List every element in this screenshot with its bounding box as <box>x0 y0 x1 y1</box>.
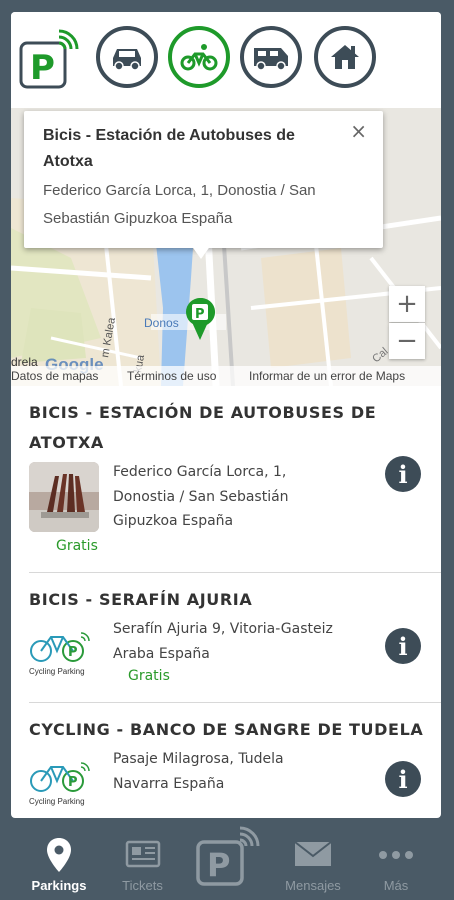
main-card: P P Donos m Kalea kua Cal drela Google B… <box>11 12 441 818</box>
item-title: BICIS - ESTACIÓN DE AUTOBUSES DE <box>29 403 377 422</box>
tab-tickets[interactable]: Tickets <box>105 818 180 900</box>
popup-tail <box>191 245 211 259</box>
bicycle-icon <box>180 44 218 71</box>
svg-text:Donos: Donos <box>144 316 179 330</box>
location-pin-icon <box>47 838 71 872</box>
svg-text:P: P <box>68 775 78 790</box>
tab-label: Mensajes <box>285 878 341 893</box>
svg-text:P: P <box>30 48 55 88</box>
terms-link[interactable]: Términos de uso <box>127 369 216 383</box>
camper-icon <box>254 48 288 71</box>
map-info-window: Bicis - Estación de Autobuses de Atotxa … <box>24 111 383 248</box>
home-category-button[interactable] <box>314 26 376 88</box>
station-photo <box>29 462 99 532</box>
tab-home-logo[interactable]: P <box>186 818 268 900</box>
home-icon <box>331 45 359 69</box>
map-view[interactable]: P Donos m Kalea kua Cal drela Google Bic… <box>11 108 441 386</box>
tab-parkings[interactable]: Parkings <box>20 818 98 900</box>
list-item[interactable]: BICIS - ESTACIÓN DE AUTOBUSES DE ATOTXA … <box>11 386 441 573</box>
info-icon[interactable]: i <box>385 761 421 797</box>
camper-category-button[interactable] <box>240 26 302 88</box>
bike-category-button[interactable] <box>168 26 230 88</box>
report-error-link[interactable]: Informar de un error de Maps <box>249 369 405 383</box>
item-title-line2: ATOTXA <box>29 433 104 452</box>
item-address: Pasaje Milagrosa, Tudela Navarra España <box>113 751 284 792</box>
tab-label: Parkings <box>31 878 87 893</box>
app-logo-icon: P <box>19 29 79 91</box>
envelope-icon <box>294 841 332 866</box>
info-icon[interactable]: i <box>385 456 421 492</box>
item-address: Serafín Ajuria 9, Vitoria-Gasteiz Araba … <box>113 621 333 662</box>
svg-text:P: P <box>68 645 78 660</box>
car-icon <box>113 49 141 71</box>
map-data-link[interactable]: Datos de mapas <box>11 369 98 383</box>
tab-label: Más <box>383 878 409 893</box>
list-item[interactable]: CYCLING - BANCO DE SANGRE DE TUDELA P Cy… <box>11 703 441 818</box>
parking-list: BICIS - ESTACIÓN DE AUTOBUSES DE ATOTXA … <box>11 386 441 818</box>
map-attribution: Datos de mapas Términos de uso Informar … <box>11 366 441 386</box>
tab-mas[interactable]: Más <box>358 818 434 900</box>
tab-mensajes[interactable]: Mensajes <box>274 818 352 900</box>
svg-text:P: P <box>195 307 205 322</box>
list-item[interactable]: BICIS - SERAFÍN AJURIA P Cycling Parking… <box>11 573 441 703</box>
car-category-button[interactable] <box>96 26 158 88</box>
tab-label: Tickets <box>122 878 163 893</box>
zoom-out-button[interactable]: − <box>389 323 425 359</box>
category-bar: P <box>11 12 441 108</box>
ticket-icon <box>125 840 160 868</box>
info-icon[interactable]: i <box>385 628 421 664</box>
popup-title: Bicis - Estación de Autobuses de Atotxa <box>43 127 295 170</box>
cycling-parking-logo: P Cycling Parking <box>27 753 97 808</box>
price-label: Gratis <box>56 538 98 554</box>
cycling-parking-logo: P Cycling Parking <box>27 623 97 678</box>
parking-logo-icon: P <box>196 826 260 886</box>
popup-address: Federico García Lorca, 1, Donostia / San… <box>43 182 316 227</box>
item-title: BICIS - SERAFÍN AJURIA <box>29 590 253 609</box>
item-title: CYCLING - BANCO DE SANGRE DE TUDELA <box>29 720 424 739</box>
more-dots-icon <box>379 851 413 859</box>
svg-text:Cycling Parking: Cycling Parking <box>29 797 85 806</box>
close-icon[interactable]: × <box>350 119 367 143</box>
bottom-tab-bar: Parkings Tickets P Mensajes Más <box>0 818 454 900</box>
zoom-in-button[interactable]: + <box>389 286 425 322</box>
price-label: Gratis <box>128 668 170 684</box>
svg-text:Cycling Parking: Cycling Parking <box>29 667 85 676</box>
svg-text:P: P <box>207 846 230 884</box>
item-address: Federico García Lorca, 1, Donostia / San… <box>113 464 289 529</box>
